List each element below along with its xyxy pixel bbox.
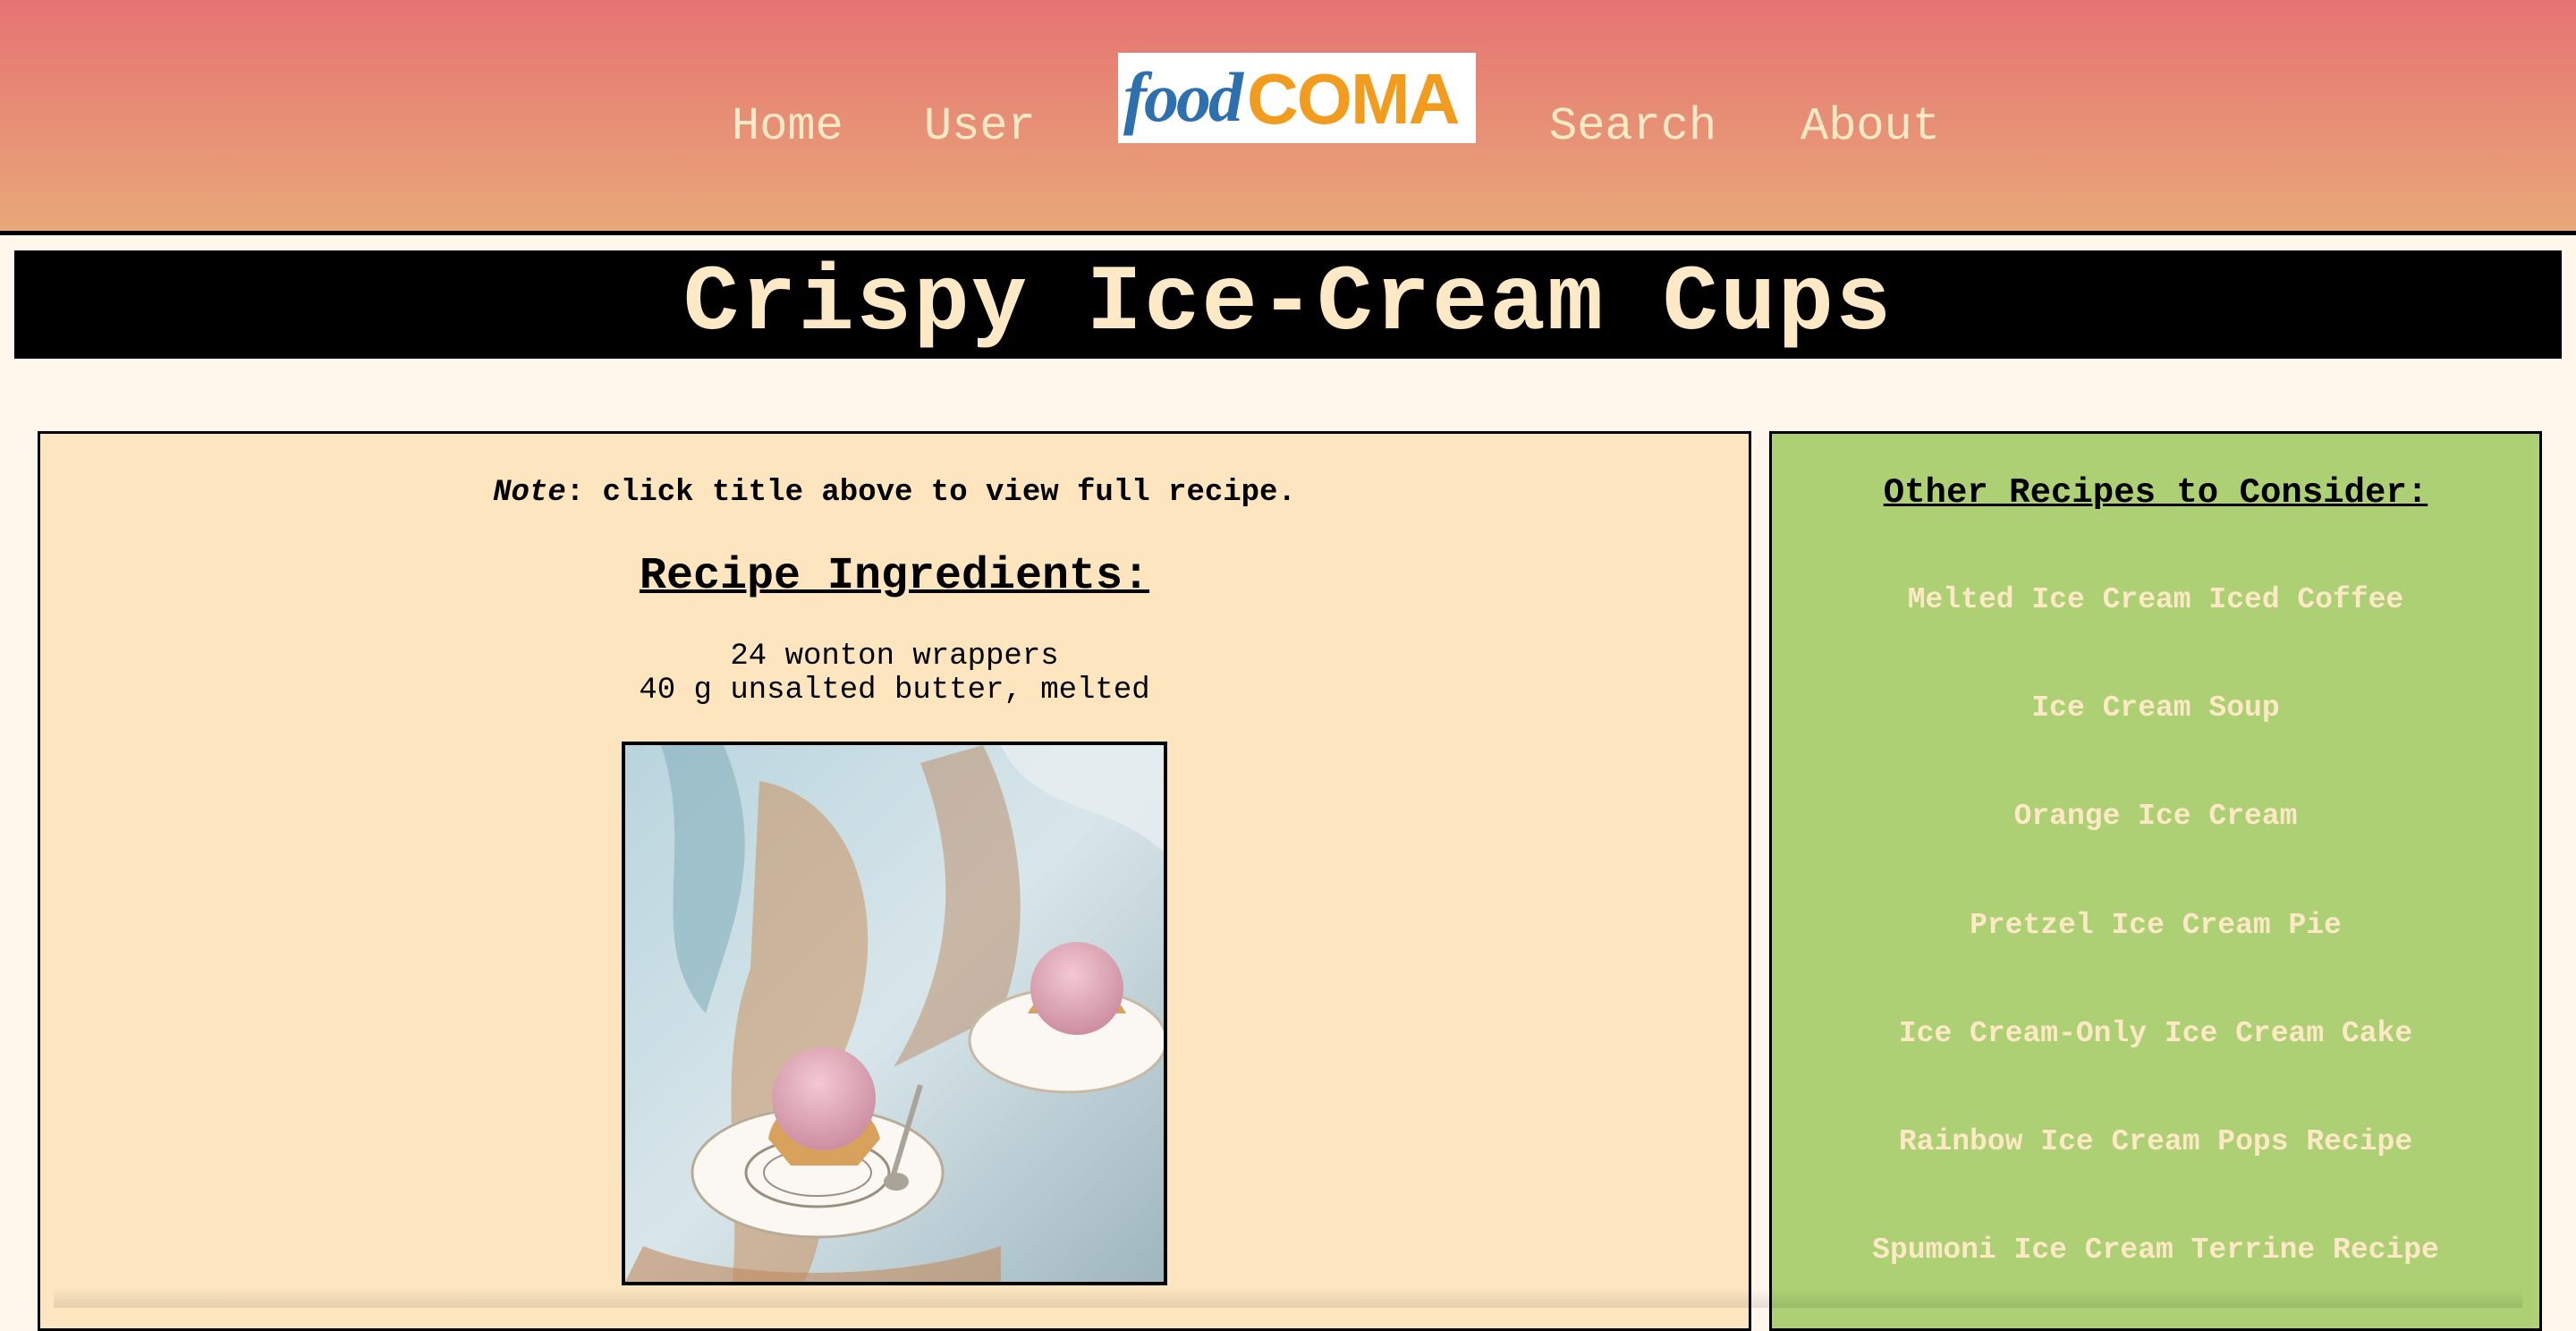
nav-search-link[interactable]: Search [1549, 100, 1716, 154]
other-recipe-link[interactable]: Melted Ice Cream Iced Coffee [1772, 582, 2539, 618]
ingredients-heading: Recipe Ingredients: [639, 551, 1150, 602]
recipe-panel: Note: click title above to view full rec… [38, 431, 1751, 1331]
other-recipe-link[interactable]: Pretzel Ice Cream Pie [1772, 908, 2539, 944]
nav-home-link[interactable]: Home [732, 100, 843, 154]
other-recipe-link[interactable]: Orange Ice Cream [1772, 799, 2539, 835]
recipe-note: Note: click title above to view full rec… [40, 474, 1749, 512]
note-label: Note [493, 476, 566, 510]
logo-food-text: food [1123, 58, 1243, 136]
nav-about-link[interactable]: About [1801, 100, 1940, 154]
logo-coma-text: COMA [1247, 59, 1460, 139]
ingredient-item: 24 wonton wrappers [730, 640, 1059, 674]
other-recipes-panel: Other Recipes to Consider: Melted Ice Cr… [1769, 431, 2542, 1331]
foodcoma-logo[interactable]: food COMA [1118, 53, 1476, 143]
other-recipe-link[interactable]: Ice Cream-Only Ice Cream Cake [1772, 1016, 2539, 1052]
recipe-photo [622, 742, 1167, 1285]
recipe-title[interactable]: Crispy Ice-Cream Cups [14, 250, 2562, 359]
other-recipe-link[interactable]: Ice Cream Soup [1772, 691, 2539, 726]
nav-user-link[interactable]: User [924, 100, 1036, 154]
ingredients-list: 24 wonton wrappers 40 g unsalted butter,… [40, 640, 1749, 708]
ingredient-item: 40 g unsalted butter, melted [639, 674, 1150, 708]
note-text: : click title above to view full recipe. [565, 476, 1296, 510]
other-recipe-link[interactable]: Spumoni Ice Cream Terrine Recipe [1772, 1233, 2539, 1268]
other-recipe-link[interactable]: Rainbow Ice Cream Pops Recipe [1772, 1124, 2539, 1160]
other-recipes-heading: Other Recipes to Consider: [1883, 473, 2428, 513]
recipe-title-bar[interactable]: Crispy Ice-Cream Cups [14, 250, 2562, 359]
site-header: Home User food COMA Search About [0, 0, 2576, 235]
ice-cream-photo-icon [625, 745, 1164, 1282]
